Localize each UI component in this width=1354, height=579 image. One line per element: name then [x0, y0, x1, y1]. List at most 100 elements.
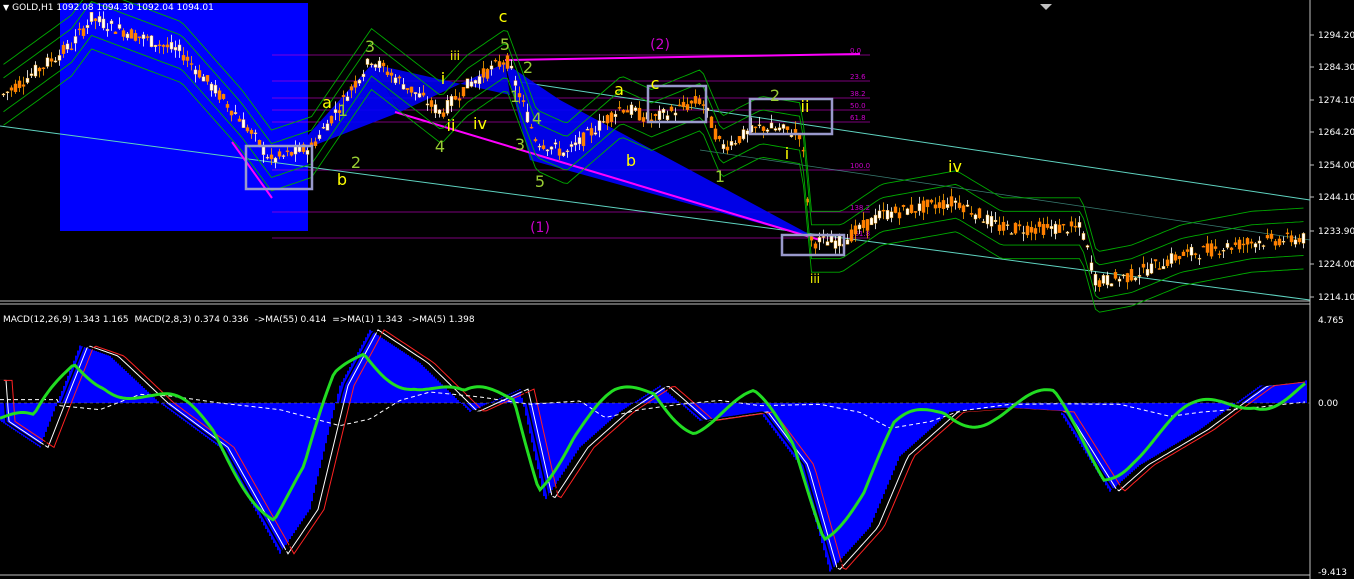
candle-body: [665, 115, 670, 121]
candle-body: [533, 139, 538, 142]
candle-body: [1005, 224, 1010, 226]
candle-body: [633, 107, 638, 111]
candle-body: [457, 98, 462, 101]
candle-body: [769, 122, 774, 129]
candle-body: [765, 129, 770, 132]
candle-body: [849, 229, 854, 242]
candle-body: [553, 142, 558, 145]
candle-body: [813, 243, 818, 249]
candle-body: [1097, 280, 1102, 287]
chevron-down-icon[interactable]: ▼: [3, 3, 9, 12]
candle-body: [1093, 274, 1098, 286]
price-tick-label: 1264.20: [1318, 128, 1354, 138]
candle-body: [1101, 275, 1106, 284]
candle-body: [613, 113, 618, 117]
candle-body: [1121, 274, 1126, 277]
candle-body: [1157, 268, 1162, 270]
wave-label-yellow: c: [499, 7, 508, 26]
candle-body: [117, 24, 122, 29]
candle-body: [541, 145, 546, 149]
candle-body: [141, 34, 146, 39]
candle-body: [229, 110, 234, 116]
candle-body: [505, 55, 510, 69]
candle-body: [669, 106, 674, 112]
symbol-label: GOLD,H1: [12, 3, 54, 13]
candle-body: [833, 240, 838, 249]
price-tick-label: 1214.10: [1318, 293, 1354, 303]
wave-label-yellow: ii: [801, 97, 810, 116]
candle-body: [617, 107, 622, 109]
candle-body: [149, 35, 154, 47]
wave-label-yellow: b: [626, 151, 636, 170]
candle-body: [885, 210, 890, 220]
wave-label-green: 3: [365, 37, 375, 56]
price-tick-label: 1294.20: [1318, 31, 1354, 41]
candle-body: [197, 70, 202, 78]
candle-body: [949, 196, 954, 207]
candle-body: [153, 44, 158, 47]
candle-body: [501, 62, 506, 65]
wave-label-green: 2: [770, 86, 780, 105]
candle-body: [537, 145, 542, 148]
candle-body: [265, 156, 270, 159]
candle-body: [9, 87, 14, 91]
candle-body: [73, 36, 78, 44]
candle-body: [601, 121, 606, 123]
candle-body: [1269, 233, 1274, 239]
ohlc-values: 1092.08 1094.30 1092.04 1094.01: [56, 3, 214, 13]
candle-body: [241, 119, 246, 128]
candle-body: [61, 44, 66, 54]
candle-body: [1201, 245, 1206, 248]
candle-body: [273, 157, 278, 163]
candle-body: [777, 127, 782, 131]
candle-body: [881, 209, 886, 212]
candle-body: [957, 202, 962, 209]
candle-body: [1173, 254, 1178, 261]
candle-body: [577, 137, 582, 145]
candle-body: [201, 76, 206, 82]
candle-body: [1077, 222, 1082, 228]
candle-body: [49, 58, 54, 62]
candle-body: [1149, 263, 1154, 274]
candle-body: [937, 202, 942, 208]
candle-body: [393, 77, 398, 84]
candle-body: [625, 110, 630, 113]
candle-body: [1169, 253, 1174, 264]
candle-body: [1245, 238, 1250, 245]
candle-body: [1281, 241, 1286, 243]
candle-body: [465, 78, 470, 89]
candle-body: [953, 200, 958, 203]
candle-body: [221, 94, 226, 99]
candle-body: [901, 205, 906, 207]
candle-body: [1189, 246, 1194, 256]
candle-body: [269, 154, 274, 160]
wave-label-green: 1: [338, 101, 348, 120]
candle-body: [313, 141, 318, 146]
candle-body: [57, 55, 62, 61]
candle-body: [37, 67, 42, 72]
wave-label-yellow: iv: [473, 114, 487, 133]
candle-body: [909, 204, 914, 213]
candle-body: [1081, 233, 1086, 240]
candle-body: [161, 44, 166, 47]
candle-body: [1125, 273, 1130, 283]
wave-label-magenta: (1): [530, 220, 550, 236]
candle-body: [29, 73, 34, 76]
candle-body: [1117, 278, 1122, 282]
candle-body: [1145, 269, 1150, 276]
candle-body: [33, 64, 38, 77]
wave-label-yellow: iii: [810, 272, 820, 286]
candle-body: [701, 104, 706, 106]
candle-body: [1197, 257, 1202, 260]
candle-body: [597, 120, 602, 131]
fib-label: 38.2: [850, 90, 866, 98]
wave-label-green: 4: [435, 137, 445, 156]
candle-body: [589, 128, 594, 136]
candle-body: [1037, 221, 1042, 227]
price-tick-label: 1233.90: [1318, 227, 1354, 237]
candle-body: [285, 150, 290, 153]
candle-body: [113, 31, 118, 34]
candle-body: [1017, 224, 1022, 227]
candle-body: [1, 93, 6, 96]
candle-body: [1221, 250, 1226, 252]
